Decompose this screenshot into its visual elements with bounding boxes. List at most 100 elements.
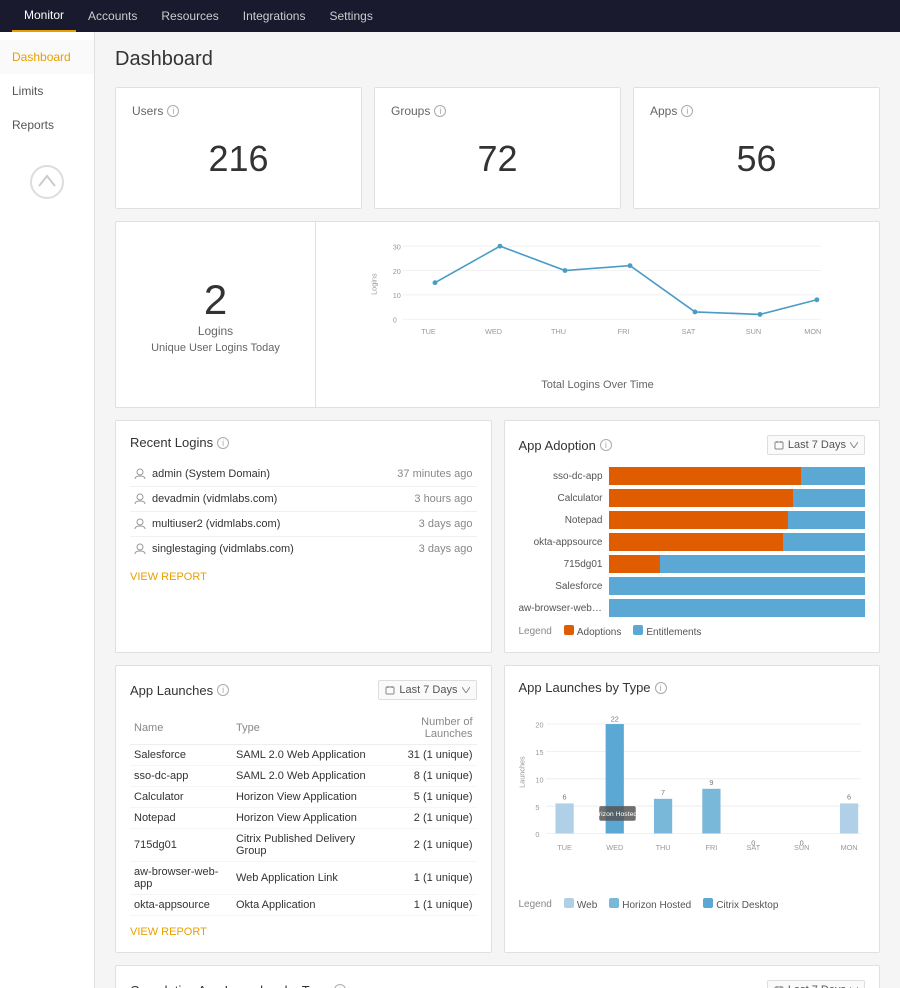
cumulative-period[interactable]: Last 7 Days — [767, 980, 865, 988]
adoption-row: okta-appsource — [519, 533, 866, 551]
app-launches-info-icon[interactable]: i — [217, 684, 229, 696]
app-adoption-legend: Legend Adoptions Entitlements — [519, 625, 866, 638]
nav-monitor[interactable]: Monitor — [12, 0, 76, 32]
recent-logins-title: Recent Logins i — [130, 435, 229, 450]
recent-logins-view-report[interactable]: VIEW REPORT — [130, 571, 477, 583]
adoptions-bar-segment — [609, 489, 794, 507]
groups-info-icon[interactable]: i — [434, 105, 446, 117]
adoptions-bar-segment — [609, 533, 783, 551]
svg-text:TUE: TUE — [421, 327, 436, 336]
bar-thu-horizon — [653, 799, 671, 834]
logins-chart-area: 30 20 10 0 Logins — [316, 222, 879, 407]
launch-cell-type: SAML 2.0 Web Application — [232, 745, 376, 766]
app-launches-type-info-icon[interactable]: i — [655, 682, 667, 694]
entitlements-bar-segment — [609, 577, 866, 595]
app-adoption-info-icon[interactable]: i — [600, 439, 612, 451]
nav-resources[interactable]: Resources — [149, 0, 230, 32]
launch-cell-launches: 8 (1 unique) — [376, 766, 477, 787]
launch-cell-launches: 2 (1 unique) — [376, 808, 477, 829]
launch-cell-type: SAML 2.0 Web Application — [232, 766, 376, 787]
launch-cell-name: 715dg01 — [130, 829, 232, 862]
legend-label: Legend — [519, 626, 552, 637]
svg-text:SUN: SUN — [746, 327, 761, 336]
adoption-app-label: okta-appsource — [519, 537, 609, 548]
sidebar-dashboard[interactable]: Dashboard — [0, 40, 94, 74]
adoption-app-label: Notepad — [519, 515, 609, 526]
adoption-row: 715dg01 — [519, 555, 866, 573]
recent-logins-header: Recent Logins i — [130, 435, 477, 450]
adoption-app-label: aw-browser-web-a... — [519, 603, 609, 614]
app-adoption-period[interactable]: Last 7 Days — [767, 435, 865, 455]
launch-cell-name: aw-browser-web-app — [130, 862, 232, 895]
svg-text:WED: WED — [485, 327, 502, 336]
users-value: 216 — [132, 126, 345, 192]
sidebar-reports[interactable]: Reports — [0, 108, 94, 142]
nav-integrations[interactable]: Integrations — [231, 0, 318, 32]
svg-text:0: 0 — [393, 316, 397, 325]
launches-type-legend: Legend Web Horizon Hosted Citrix Desktop — [519, 898, 866, 911]
logins-label: Logins — [198, 324, 233, 338]
cumulative-title: Cumulative App Launches by Type i — [130, 983, 346, 988]
main-content: Dashboard Users i 216 Groups i 72 Apps — [95, 32, 900, 988]
launch-cell-launches: 31 (1 unique) — [376, 745, 477, 766]
nav-settings[interactable]: Settings — [317, 0, 384, 32]
nav-accounts[interactable]: Accounts — [76, 0, 149, 32]
launch-cell-type: Web Application Link — [232, 862, 376, 895]
launch-cell-type: Horizon View Application — [232, 787, 376, 808]
entitlements-bar-segment — [788, 511, 865, 529]
svg-text:SUN: SUN — [793, 843, 808, 852]
users-info-icon[interactable]: i — [167, 105, 179, 117]
svg-text:SAT: SAT — [746, 843, 760, 852]
adoption-bar — [609, 511, 866, 529]
cumulative-panel: Cumulative App Launches by Type i Last 7… — [115, 965, 880, 988]
apps-info-icon[interactable]: i — [681, 105, 693, 117]
logins-summary: 2 Logins Unique User Logins Today — [116, 222, 316, 407]
app-launches-period[interactable]: Last 7 Days — [378, 680, 476, 700]
svg-text:9: 9 — [709, 778, 713, 787]
launch-cell-launches: 1 (1 unique) — [376, 862, 477, 895]
app-launches-type-panel: App Launches by Type i 20 15 10 5 0 Laun… — [504, 665, 881, 953]
adoption-app-label: 715dg01 — [519, 559, 609, 570]
svg-text:THU: THU — [655, 843, 670, 852]
launches-table: Name Type Number of Launches SalesforceS… — [130, 712, 477, 916]
app-adoption-panel: App Adoption i Last 7 Days sso-dc-appCal… — [504, 420, 881, 653]
logins-panel: 2 Logins Unique User Logins Today 30 20 … — [115, 221, 880, 408]
users-label: Users i — [132, 104, 345, 118]
adoption-bar — [609, 577, 866, 595]
apps-value: 56 — [650, 126, 863, 192]
launch-cell-name: Salesforce — [130, 745, 232, 766]
svg-text:MON: MON — [840, 843, 857, 852]
launch-cell-type: Citrix Published Delivery Group — [232, 829, 376, 862]
app-launches-view-report[interactable]: VIEW REPORT — [130, 926, 477, 938]
app-adoption-bars: sso-dc-appCalculatorNotepadokta-appsourc… — [519, 467, 866, 617]
page-title: Dashboard — [115, 48, 880, 71]
table-row: aw-browser-web-appWeb Application Link1 … — [130, 862, 477, 895]
launch-cell-type: Horizon View Application — [232, 808, 376, 829]
sidebar-limits[interactable]: Limits — [0, 74, 94, 108]
groups-value: 72 — [391, 126, 604, 192]
launch-cell-launches: 2 (1 unique) — [376, 829, 477, 862]
svg-text:10: 10 — [393, 291, 401, 300]
svg-text:0: 0 — [535, 830, 539, 839]
col-name: Name — [130, 712, 232, 745]
sidebar-logo — [0, 142, 94, 222]
adoption-app-label: Calculator — [519, 493, 609, 504]
svg-text:Horizon Hosted: 5: Horizon Hosted: 5 — [590, 811, 645, 818]
table-row: okta-appsourceOkta Application1 (1 uniqu… — [130, 895, 477, 916]
stat-cards: Users i 216 Groups i 72 Apps i 56 — [115, 87, 880, 209]
svg-text:7: 7 — [661, 788, 665, 797]
adoptions-bar-segment — [609, 467, 801, 485]
cumulative-info-icon[interactable]: i — [334, 984, 346, 988]
legend-label: Legend — [519, 899, 552, 910]
recent-logins-info-icon[interactable]: i — [217, 437, 229, 449]
launch-cell-launches: 1 (1 unique) — [376, 895, 477, 916]
col-type: Type — [232, 712, 376, 745]
adoption-row: aw-browser-web-a... — [519, 599, 866, 617]
apps-label: Apps i — [650, 104, 863, 118]
adoption-row: Calculator — [519, 489, 866, 507]
app-launches-panel: App Launches i Last 7 Days Name Type — [115, 665, 492, 953]
entitlements-bar-segment — [609, 599, 866, 617]
entitlements-bar-segment — [801, 467, 865, 485]
recent-logins-list: admin (System Domain) 37 minutes ago dev… — [130, 462, 477, 561]
launch-cell-type: Okta Application — [232, 895, 376, 916]
